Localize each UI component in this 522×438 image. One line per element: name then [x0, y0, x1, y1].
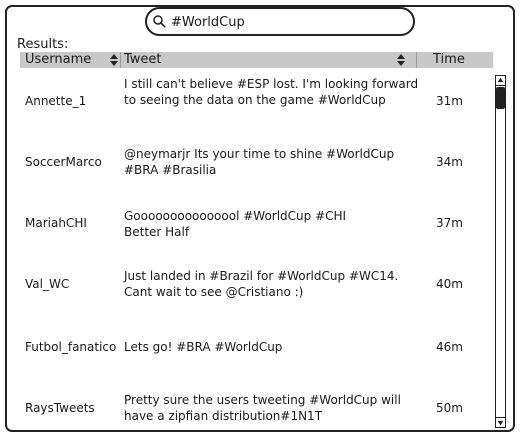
search-box[interactable] [145, 7, 415, 36]
row-username: MariahCHI [25, 216, 87, 230]
sort-arrows-icon[interactable] [396, 54, 406, 66]
scroll-up-arrow-icon[interactable] [495, 75, 506, 86]
row-tweet: Gooooooooooooool #WorldCup #CHI Better H… [124, 209, 347, 239]
row-username: RaysTweets [25, 401, 95, 415]
row-username: Val_WC [25, 277, 70, 291]
results-label: Results: [17, 37, 69, 52]
table-header: Username Tweet Time [20, 52, 493, 68]
row-time: 46m [436, 340, 463, 354]
row-time: 31m [436, 94, 463, 108]
scrollbar-thumb[interactable] [496, 87, 505, 109]
row-tweet: I still can't believe #ESP lost. I'm loo… [124, 77, 419, 107]
row-username: Annette_1 [25, 94, 87, 108]
column-separator[interactable] [120, 52, 121, 68]
row-username: Futbol_fanatico [25, 340, 117, 354]
row-tweet: Lets go! #BRA #WorldCup [124, 340, 283, 354]
row-tweet: Just landed in #Brazil for #WorldCup #WC… [124, 269, 399, 299]
scrollbar-track[interactable] [495, 75, 506, 428]
row-tweet: @neymarjr Its your time to shine #WorldC… [124, 147, 395, 177]
column-header-tweet[interactable]: Tweet [124, 52, 162, 68]
row-time: 50m [436, 401, 463, 415]
row-tweet: Pretty sure the users tweeting #WorldCup… [124, 393, 401, 423]
column-separator[interactable] [416, 52, 417, 68]
vertical-scrollbar[interactable] [493, 75, 509, 429]
column-header-username[interactable]: Username [25, 52, 91, 68]
search-icon [153, 15, 166, 28]
row-time: 37m [436, 216, 463, 230]
row-time: 40m [436, 277, 463, 291]
sort-arrows-icon[interactable] [109, 54, 119, 66]
row-time: 34m [436, 155, 463, 169]
scroll-down-arrow-icon[interactable] [495, 417, 506, 428]
row-username: SoccerMarco [25, 155, 102, 169]
column-header-time[interactable]: Time [433, 52, 465, 68]
search-input[interactable] [171, 12, 401, 32]
